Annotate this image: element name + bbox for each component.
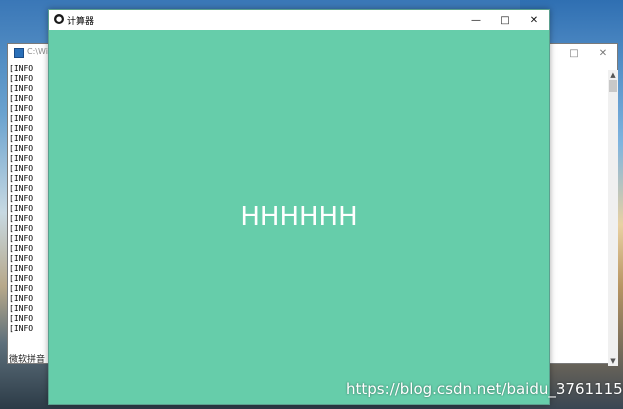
window-title: 计算器	[67, 17, 95, 27]
console-close-button[interactable]: ✕	[588, 44, 618, 63]
watermark-text: https://blog.csdn.net/baidu_37611158	[346, 380, 623, 398]
scroll-up-icon[interactable]: ▲	[608, 70, 618, 80]
close-button[interactable]: ✕	[519, 10, 549, 30]
calculator-window[interactable]: ● 计算器 — □ ✕ HHHHHH	[48, 9, 550, 405]
console-scrollbar[interactable]: ▲ ▼	[608, 70, 618, 366]
scroll-thumb[interactable]	[609, 80, 617, 92]
app-logo-icon: ●	[54, 14, 64, 24]
calculator-content: HHHHHH	[49, 30, 549, 404]
calculator-titlebar[interactable]: ● 计算器 — □ ✕	[49, 10, 549, 30]
console-maximize-button[interactable]: □	[559, 44, 589, 63]
display-text: HHHHHH	[240, 202, 358, 232]
ime-status: 微软拼音	[9, 355, 46, 365]
console-app-icon	[14, 48, 24, 58]
scroll-down-icon[interactable]: ▼	[608, 356, 618, 366]
minimize-button[interactable]: —	[461, 10, 491, 30]
maximize-button[interactable]: □	[490, 10, 520, 30]
